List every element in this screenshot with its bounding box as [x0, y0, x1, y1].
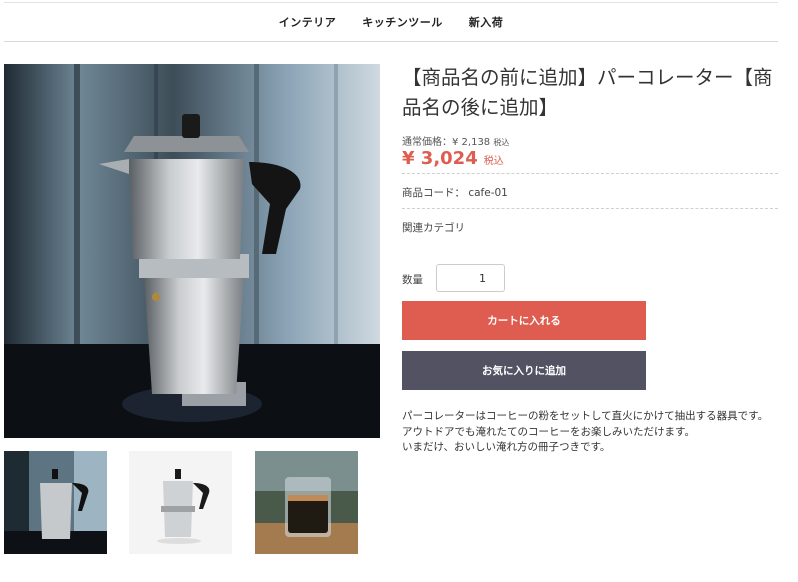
description-line: パーコレーターはコーヒーの粉をセットして直火にかけて抽出する器具です。: [402, 410, 769, 422]
description-line: いまだけ、おいしい淹れ方の冊子つきです。: [402, 441, 611, 453]
product-thumbnail-3[interactable]: [255, 451, 358, 554]
category-nav: インテリア キッチンツール 新入荷: [4, 2, 778, 42]
product-thumbnail-1[interactable]: [4, 451, 107, 554]
divider: [402, 208, 778, 209]
quantity-label: 数量: [402, 274, 423, 286]
divider: [402, 173, 778, 174]
sale-price-value: ¥ 3,024: [402, 148, 478, 169]
nav-item-kitchen-tools[interactable]: キッチンツール: [362, 14, 443, 30]
product-main-image: [4, 64, 380, 438]
nav-item-new-arrivals[interactable]: 新入荷: [469, 14, 504, 30]
add-to-cart-button[interactable]: カートに入れる: [402, 301, 646, 340]
nav-item-interior[interactable]: インテリア: [279, 14, 337, 30]
sale-price: ¥ 3,024 税込: [402, 148, 504, 169]
product-description: パーコレーターはコーヒーの粉をセットして直火にかけて抽出する器具です。 アウトド…: [402, 409, 778, 456]
related-category-label: 関連カテゴリ: [402, 222, 465, 234]
add-to-favorite-button[interactable]: お気に入りに追加: [402, 351, 646, 390]
regular-price-value: 通常価格：¥ 2,138: [402, 137, 491, 148]
product-code: 商品コード： cafe-01: [402, 187, 508, 199]
regular-price: 通常価格：¥ 2,138 税込: [402, 133, 509, 148]
quantity-input[interactable]: [436, 264, 505, 292]
description-line: アウトドアでも淹れたてのコーヒーをお楽しみいただけます。: [402, 425, 695, 438]
regular-price-tax: 税込: [493, 138, 510, 147]
product-title: 【商品名の前に追加】パーコレーター【商品名の後に追加】: [402, 66, 773, 119]
sale-price-tax: 税込: [483, 156, 504, 167]
product-thumbnail-2[interactable]: [129, 451, 232, 554]
